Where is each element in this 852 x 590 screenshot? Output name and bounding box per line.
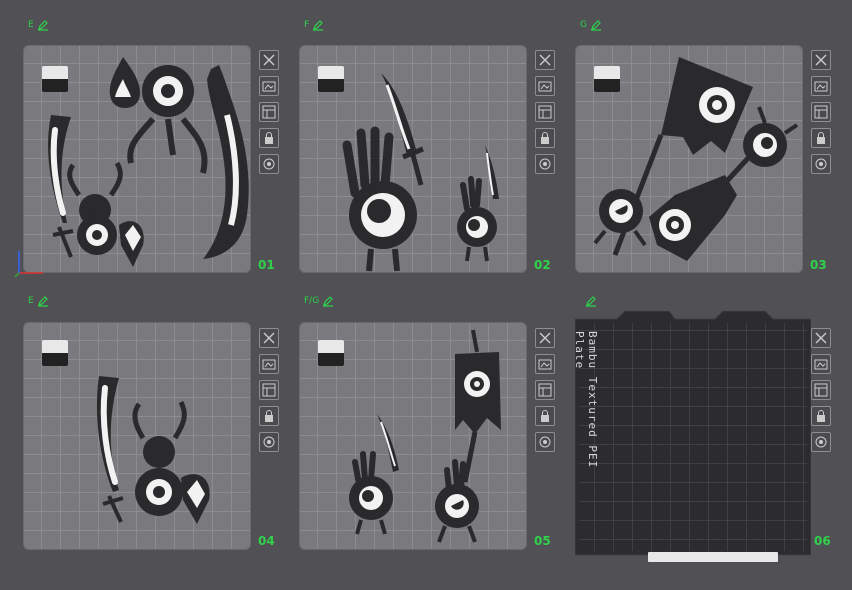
axis-gizmo-icon — [14, 251, 43, 278]
plate-label-03[interactable]: G — [580, 18, 602, 32]
plate-toolbar-01 — [259, 50, 279, 174]
pencil-icon[interactable] — [37, 19, 49, 31]
plate-number: 04 — [258, 534, 275, 548]
plate-filament-label: G — [580, 20, 587, 30]
arrange-icon[interactable] — [259, 380, 279, 400]
plate-label-02[interactable]: F — [304, 18, 324, 32]
plate-number: 06 — [814, 534, 831, 548]
plate-number: 02 — [534, 258, 551, 272]
build-plate-04[interactable]: 04 — [23, 322, 275, 550]
settings-icon[interactable] — [259, 432, 279, 452]
build-plate-03[interactable]: 03 — [575, 45, 827, 273]
plate-filament-label: F/G — [304, 296, 320, 306]
close-icon[interactable] — [259, 328, 279, 348]
build-plate-06[interactable]: Bambu Textured PEI Plate 06 — [573, 310, 831, 563]
lock-icon[interactable] — [535, 128, 555, 148]
build-plate-02[interactable]: 02 — [299, 45, 551, 273]
auto-orient-icon[interactable] — [259, 76, 279, 96]
close-icon[interactable] — [811, 328, 831, 348]
pencil-icon[interactable] — [585, 295, 597, 307]
auto-orient-icon[interactable] — [535, 354, 555, 374]
plate-filament-label: F — [304, 20, 310, 30]
plate-filament-label: E — [28, 296, 34, 306]
plate-models[interactable] — [23, 45, 251, 273]
settings-icon[interactable] — [811, 154, 831, 174]
textured-pei-plate — [574, 310, 812, 556]
settings-icon[interactable] — [535, 432, 555, 452]
arrange-icon[interactable] — [811, 380, 831, 400]
auto-orient-icon[interactable] — [811, 354, 831, 374]
plate-toolbar-02 — [535, 50, 555, 174]
auto-orient-icon[interactable] — [259, 354, 279, 374]
plate-toolbar-06 — [811, 328, 831, 452]
plate-label-05[interactable]: F/G — [304, 294, 334, 308]
plate-number: 03 — [810, 258, 827, 272]
arrange-icon[interactable] — [535, 102, 555, 122]
lock-icon[interactable] — [259, 406, 279, 426]
plate-models[interactable] — [299, 322, 527, 550]
settings-icon[interactable] — [811, 432, 831, 452]
lock-icon[interactable] — [811, 406, 831, 426]
plate-models[interactable] — [299, 45, 527, 273]
pencil-icon[interactable] — [37, 295, 49, 307]
close-icon[interactable] — [259, 50, 279, 70]
lock-icon[interactable] — [535, 406, 555, 426]
lock-icon[interactable] — [259, 128, 279, 148]
auto-orient-icon[interactable] — [811, 76, 831, 96]
pencil-icon[interactable] — [312, 19, 324, 31]
plate-bottom-bar — [648, 552, 778, 562]
build-plate-05[interactable]: 05 — [299, 322, 551, 550]
arrange-icon[interactable] — [535, 380, 555, 400]
plate-number: 05 — [534, 534, 551, 548]
settings-icon[interactable] — [259, 154, 279, 174]
arrange-icon[interactable] — [259, 102, 279, 122]
close-icon[interactable] — [811, 50, 831, 70]
pencil-icon[interactable] — [590, 19, 602, 31]
plate-models[interactable] — [23, 322, 251, 550]
plate-label-01[interactable]: E — [28, 18, 49, 32]
plate-number: 01 — [258, 258, 275, 272]
pencil-icon[interactable] — [322, 295, 334, 307]
plate-label-04[interactable]: E — [28, 294, 49, 308]
plate-toolbar-03 — [811, 50, 831, 174]
lock-icon[interactable] — [811, 128, 831, 148]
plate-models[interactable] — [575, 45, 803, 273]
plate-toolbar-05 — [535, 328, 555, 452]
close-icon[interactable] — [535, 50, 555, 70]
arrange-icon[interactable] — [811, 102, 831, 122]
settings-icon[interactable] — [535, 154, 555, 174]
auto-orient-icon[interactable] — [535, 76, 555, 96]
close-icon[interactable] — [535, 328, 555, 348]
plate-filament-label: E — [28, 20, 34, 30]
build-plate-01[interactable]: 01 — [14, 45, 275, 278]
plate-type-label: Bambu Textured PEI Plate — [573, 331, 599, 469]
plate-toolbar-04 — [259, 328, 279, 452]
plate-label-06[interactable] — [582, 294, 597, 308]
